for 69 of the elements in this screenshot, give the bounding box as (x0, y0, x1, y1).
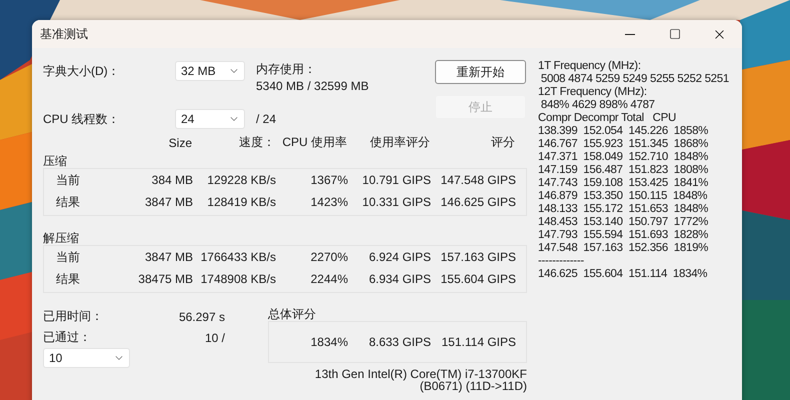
table-cell-text: 6.924 GIPS (368, 250, 431, 264)
log-line: 146.767 155.923 151.345 1868% (538, 138, 710, 151)
column-header: CPU 使用率 (281, 134, 347, 151)
log-line: 147.548 157.163 152.356 1819% (538, 242, 710, 255)
maximize-icon (668, 28, 680, 40)
log-line: 147.743 159.108 153.425 1841% (538, 177, 710, 190)
restart-button[interactable]: 重新开始 (435, 60, 526, 84)
column-header: Size (168, 136, 192, 150)
table-cell-text: 38475 MB (137, 272, 193, 286)
table-cell-text: 8.633 GIPS (368, 335, 431, 349)
column-header: 速度： (238, 134, 275, 151)
table-cell-text: 1367% (310, 173, 348, 187)
table-cell-text: 6.934 GIPS (368, 272, 431, 286)
table-cell-text: 1423% (310, 195, 348, 209)
passes-dropdown[interactable]: 10 (43, 348, 130, 368)
table-cell-text: 155.604 GIPS (440, 272, 516, 286)
table-cell-text: 147.548 GIPS (440, 173, 516, 187)
group-title: 总体评分 (268, 307, 317, 321)
log-line: 5008 4874 5259 5249 5255 5252 5251 (540, 73, 729, 86)
row-label: 当前 (55, 172, 81, 188)
elapsed-value: 56.297 s (178, 310, 225, 324)
window-title: 基准测试 (40, 26, 89, 42)
log-line: ------------- (538, 255, 585, 268)
table-cell-text: 151.114 GIPS (440, 335, 516, 349)
row-label: 结果 (55, 270, 81, 288)
table-cell-text: 10.331 GIPS (361, 195, 431, 209)
log-line: 138.399 152.054 145.226 1858% (538, 125, 710, 138)
field-label: 已用时间： (43, 308, 103, 325)
table-cell-text: 384 MB (150, 173, 193, 187)
group-title: 压缩 (43, 154, 68, 168)
dictionary-dropdown[interactable]: 32 MB (175, 61, 245, 81)
table-cell-text: 157.163 GIPS (440, 250, 516, 264)
field-label: 字典大小(D)： (43, 63, 121, 80)
group-title: 解压缩 (43, 231, 80, 245)
table-cell-text: 1834% (310, 335, 348, 349)
cpu-name: 13th Gen Intel(R) Core(TM) i7-13700KF (314, 368, 527, 380)
row-label: 结果 (55, 194, 81, 210)
passes-value: 10 / (204, 330, 225, 344)
threads-dropdown[interactable]: 24 (175, 109, 245, 129)
log-line: 1T Frequency (MHz): (538, 60, 642, 73)
table-cell-text: 3847 MB (144, 250, 193, 264)
table-cell-text: 2270% (310, 250, 348, 264)
table-cell-text: 3847 MB (144, 195, 193, 209)
table-cell-text: 1748908 KB/s (200, 272, 276, 286)
log-line: 146.879 153.350 150.115 1848% (538, 190, 708, 203)
table-cell-text: 146.625 GIPS (440, 195, 516, 209)
field-label: 已通过： (43, 329, 91, 346)
log-line: 12T Frequency (MHz): (538, 86, 648, 99)
table-cell-text: 129228 KB/s (206, 173, 276, 187)
table-cell-text: 1766433 KB/s (200, 250, 276, 264)
table-cell-text: 128419 KB/s (206, 195, 276, 209)
table-cell-text: 10.791 GIPS (361, 173, 431, 187)
row-label: 当前 (55, 248, 81, 266)
log-line: 848% 4629 898% 4787 (540, 99, 656, 112)
log-line: Compr Decompr Total CPU (538, 112, 677, 125)
cpu-name: (B0671) (11D->11D) (420, 380, 527, 392)
log-line: 147.371 158.049 152.710 1848% (538, 151, 710, 164)
field-label: 内存使用： (256, 61, 317, 78)
log-line: 146.625 155.604 151.114 1834% (538, 268, 708, 281)
log-line: 148.133 155.172 151.653 1848% (538, 203, 710, 216)
column-header: 使用率评分 (369, 134, 430, 151)
log-line: 147.159 156.487 151.823 1808% (538, 164, 710, 177)
column-header: 评分 (490, 134, 515, 151)
threads-total: / 24 (256, 111, 278, 128)
memory-value: 5340 MB / 32599 MB (256, 78, 369, 95)
field-label: CPU 线程数： (43, 111, 121, 128)
table-cell-text: 2244% (310, 272, 348, 286)
log-line: 147.793 155.594 151.693 1828% (538, 229, 710, 242)
log-line: 148.453 153.140 150.797 1772% (538, 216, 710, 229)
